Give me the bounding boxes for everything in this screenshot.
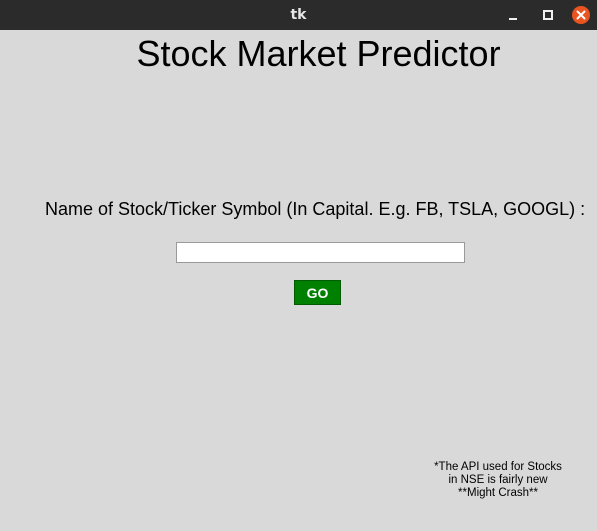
title-bar: tk (0, 0, 597, 30)
ticker-symbol-input[interactable] (176, 242, 465, 263)
disclaimer-line-2: in NSE is fairly new (448, 474, 548, 486)
maximize-button[interactable] (538, 5, 558, 25)
go-button[interactable]: GO (294, 280, 341, 305)
api-disclaimer-note: *The API used for Stocks in NSE is fairl… (418, 461, 578, 500)
maximize-icon (543, 10, 553, 20)
close-button[interactable] (571, 5, 591, 25)
minimize-button[interactable] (503, 5, 523, 25)
disclaimer-line-3: **Might Crash** (458, 487, 538, 499)
page-title: Stock Market Predictor (136, 33, 501, 74)
main-content: Stock Market Predictor Name of Stock/Tic… (0, 30, 597, 531)
minimize-icon (509, 18, 517, 20)
disclaimer-line-1: *The API used for Stocks (434, 461, 562, 473)
ticker-prompt-label: Name of Stock/Ticker Symbol (In Capital.… (45, 199, 586, 219)
close-icon (572, 6, 590, 24)
